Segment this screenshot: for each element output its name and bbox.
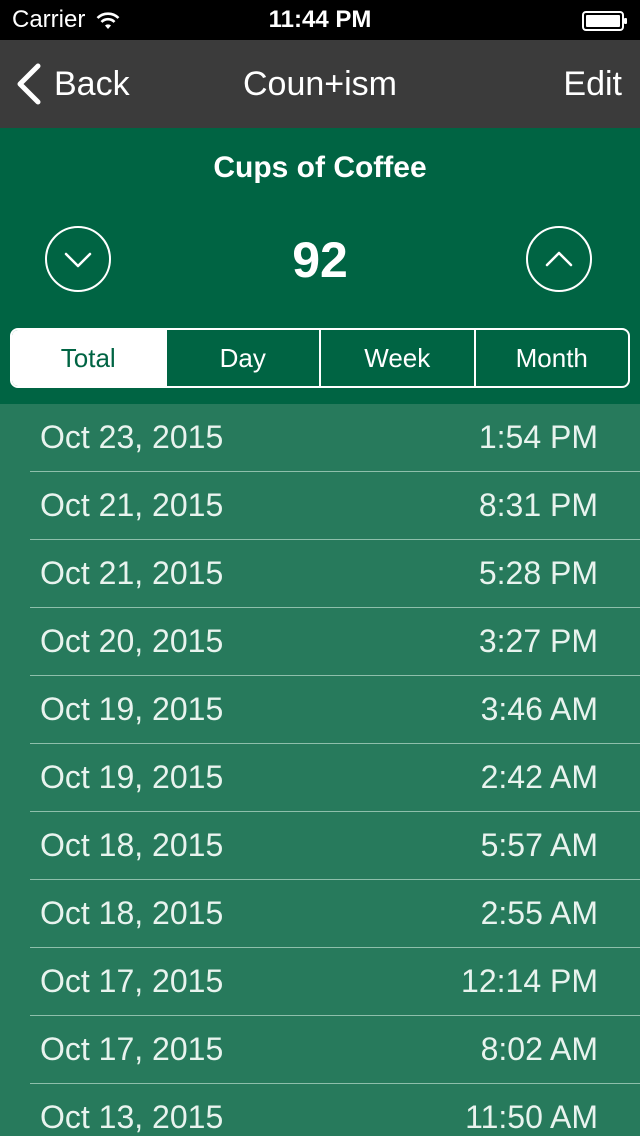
battery-icon: [582, 10, 628, 31]
list-item[interactable]: Oct 23, 2015 1:54 PM: [0, 404, 640, 472]
increment-button[interactable]: [526, 226, 592, 292]
entry-date: Oct 17, 2015: [40, 1031, 224, 1067]
list-item[interactable]: Oct 21, 2015 8:31 PM: [0, 472, 640, 540]
entry-date: Oct 21, 2015: [40, 555, 224, 591]
list-item[interactable]: Oct 20, 2015 3:27 PM: [0, 608, 640, 676]
app-screen: Carrier 11:44 PM Back Coun+ism Edit Cups…: [0, 0, 640, 1136]
status-bar: Carrier 11:44 PM: [0, 0, 640, 40]
list-item[interactable]: Oct 17, 2015 12:14 PM: [0, 948, 640, 1016]
entry-time: 5:57 AM: [480, 827, 598, 863]
entry-time: 3:46 AM: [480, 691, 598, 727]
entry-list: Oct 23, 2015 1:54 PM Oct 21, 2015 8:31 P…: [0, 404, 640, 1136]
entry-date: Oct 18, 2015: [40, 827, 224, 863]
list-item[interactable]: Oct 18, 2015 2:55 AM: [0, 880, 640, 948]
entry-date: Oct 18, 2015: [40, 895, 224, 931]
entry-time: 3:27 PM: [478, 623, 598, 659]
period-segmented-control: Total Day Week Month: [10, 328, 630, 388]
entry-time: 8:02 AM: [480, 1031, 598, 1067]
entry-date: Oct 13, 2015: [40, 1099, 224, 1135]
list-item[interactable]: Oct 17, 2015 8:02 AM: [0, 1016, 640, 1084]
entry-date: Oct 17, 2015: [40, 963, 224, 999]
counter-title: Cups of Coffee: [213, 151, 427, 184]
navigation-bar: Back Coun+ism Edit: [0, 40, 640, 128]
entry-date: Oct 20, 2015: [40, 623, 224, 659]
segment-day[interactable]: Day: [164, 330, 320, 386]
entry-time: 1:54 PM: [478, 419, 598, 455]
entry-time: 8:31 PM: [478, 487, 598, 523]
entry-time: 12:14 PM: [461, 963, 598, 999]
chevron-up-icon: [545, 251, 573, 267]
entry-time: 5:28 PM: [478, 555, 598, 591]
list-item[interactable]: Oct 19, 2015 2:42 AM: [0, 744, 640, 812]
segment-month[interactable]: Month: [473, 330, 629, 386]
nav-title: Coun+ism: [242, 65, 397, 103]
entry-time: 2:42 AM: [480, 759, 598, 795]
list-item[interactable]: Oct 13, 2015 11:50 AM: [0, 1084, 640, 1136]
list-item[interactable]: Oct 21, 2015 5:28 PM: [0, 540, 640, 608]
segment-total[interactable]: Total: [12, 330, 165, 386]
status-time: 11:44 PM: [268, 6, 372, 33]
edit-button[interactable]: Edit: [563, 62, 622, 106]
entry-date: Oct 19, 2015: [40, 691, 224, 727]
segment-week[interactable]: Week: [319, 330, 474, 386]
entry-time: 11:50 AM: [465, 1099, 598, 1135]
list-item[interactable]: Oct 18, 2015 5:57 AM: [0, 812, 640, 880]
entry-time: 2:55 AM: [480, 895, 598, 931]
entry-date: Oct 23, 2015: [40, 419, 224, 455]
list-item[interactable]: Oct 19, 2015 3:46 AM: [0, 676, 640, 744]
entry-date: Oct 21, 2015: [40, 487, 224, 523]
entry-date: Oct 19, 2015: [40, 759, 224, 795]
counter-header: Cups of Coffee 92 Total Day Week Month: [0, 128, 640, 404]
